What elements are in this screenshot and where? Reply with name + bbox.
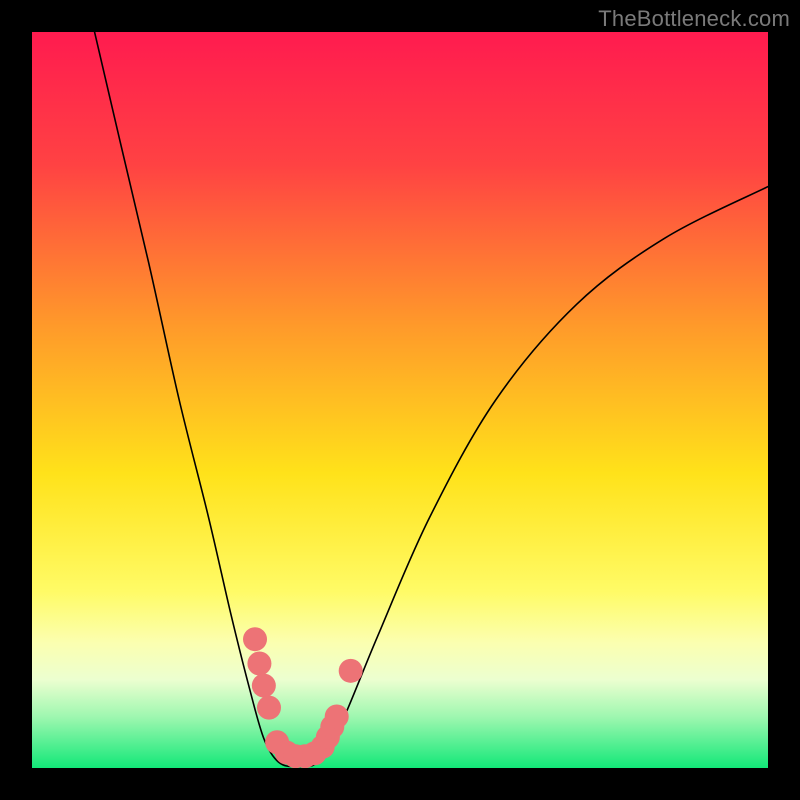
watermark-text: TheBottleneck.com: [598, 6, 790, 32]
plot-area: [32, 32, 768, 768]
data-marker: [257, 696, 281, 720]
chart-frame: TheBottleneck.com: [0, 0, 800, 800]
data-marker: [339, 659, 363, 683]
data-marker: [252, 674, 276, 698]
data-marker: [247, 651, 271, 675]
data-marker: [243, 627, 267, 651]
gradient-background: [32, 32, 768, 768]
data-marker: [325, 704, 349, 728]
chart-svg: [32, 32, 768, 768]
